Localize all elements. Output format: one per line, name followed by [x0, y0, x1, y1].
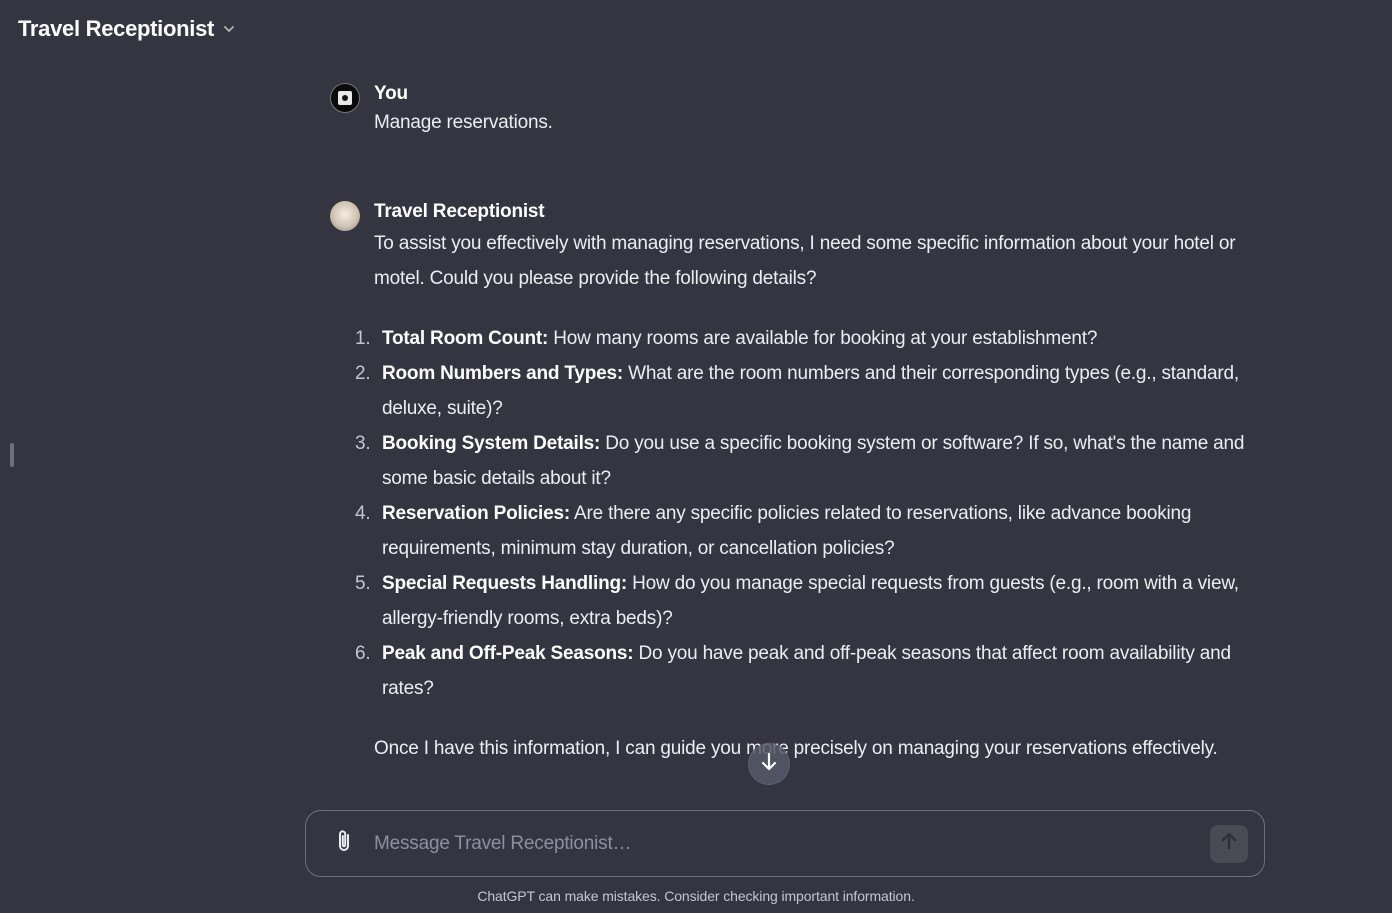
- sidebar-toggle-handle[interactable]: [10, 443, 14, 467]
- arrow-up-icon: [1220, 831, 1238, 856]
- paperclip-icon: [334, 828, 354, 859]
- list-item-title: Total Room Count:: [382, 328, 549, 349]
- disclaimer-text: ChatGPT can make mistakes. Consider chec…: [477, 888, 915, 904]
- list-item: 4. Reservation Policies: Are there any sp…: [355, 496, 1250, 566]
- list-number: 1.: [355, 328, 371, 349]
- conversation-thread: You Manage reservations. Travel Receptio…: [330, 80, 1250, 766]
- message-intro: To assist you effectively with managing …: [374, 233, 1236, 289]
- scroll-to-bottom-button[interactable]: [748, 743, 790, 785]
- list-number: 2.: [355, 363, 371, 384]
- message-author: You: [374, 83, 408, 104]
- list-number: 6.: [355, 643, 371, 664]
- message-input[interactable]: [374, 823, 1210, 864]
- list-number: 5.: [355, 573, 371, 594]
- user-message: You Manage reservations.: [330, 80, 1250, 138]
- attach-button[interactable]: [330, 830, 358, 858]
- arrow-down-icon: [759, 751, 779, 778]
- list-item-title: Booking System Details:: [382, 433, 601, 454]
- message-composer: [305, 810, 1265, 877]
- list-item-title: Reservation Policies:: [382, 503, 570, 524]
- list-item: 3. Booking System Details: Do you use a s…: [355, 426, 1250, 496]
- list-item-title: Room Numbers and Types:: [382, 363, 624, 384]
- page-title: Travel Receptionist: [18, 16, 215, 41]
- send-button[interactable]: [1210, 824, 1248, 863]
- conversation-header[interactable]: Travel Receptionist: [18, 14, 236, 44]
- message-outro: Once I have this information, I can guid…: [374, 738, 1218, 759]
- list-item: 5. Special Requests Handling: How do you …: [355, 566, 1250, 636]
- list-number: 4.: [355, 503, 371, 524]
- details-list: 1. Total Room Count: How many rooms are a…: [355, 321, 1250, 706]
- assistant-avatar: [330, 201, 360, 231]
- list-item: 2. Room Numbers and Types: What are the r…: [355, 356, 1250, 426]
- message-author: Travel Receptionist: [374, 201, 545, 222]
- list-item-text: How many rooms are available for booking…: [548, 328, 1098, 349]
- user-avatar: [330, 83, 360, 113]
- list-number: 3.: [355, 433, 371, 454]
- list-item: 1. Total Room Count: How many rooms are a…: [355, 321, 1250, 356]
- chevron-down-icon[interactable]: [222, 22, 236, 36]
- list-item-title: Peak and Off-Peak Seasons:: [382, 643, 634, 664]
- list-item-title: Special Requests Handling:: [382, 573, 628, 594]
- assistant-message: Travel Receptionist To assist you effect…: [330, 198, 1250, 766]
- message-text: Manage reservations.: [374, 112, 553, 133]
- list-item: 6. Peak and Off-Peak Seasons: Do you have…: [355, 636, 1250, 706]
